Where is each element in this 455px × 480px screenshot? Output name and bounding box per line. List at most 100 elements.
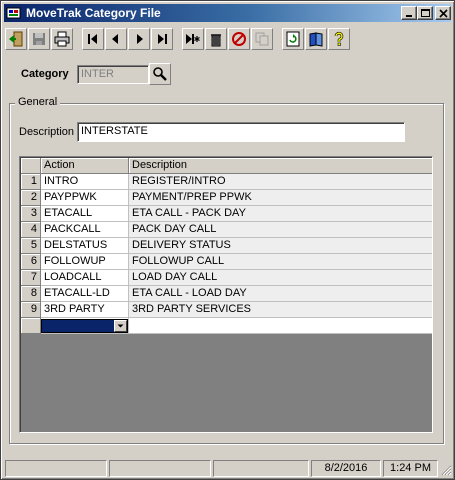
minimize-icon [406,15,412,17]
row-number: 7 [21,270,41,286]
description-cell[interactable]: REGISTER/INTRO [129,174,432,190]
table-row[interactable]: 3 ETACALL ETA CALL - PACK DAY [21,206,432,222]
window-title: MoveTrak Category File [26,6,161,20]
resize-grip-icon[interactable] [441,465,452,476]
description-cell[interactable]: DELIVERY STATUS [129,238,432,254]
table-row[interactable]: 2 PAYPPWK PAYMENT/PREP PPWK [21,190,432,206]
description-label: Description [19,126,75,138]
table-row[interactable]: 5 DELSTATUS DELIVERY STATUS [21,238,432,254]
printer-icon [54,31,70,47]
minimize-button[interactable] [401,6,417,20]
app-icon [6,7,21,19]
status-bar: 8/2/2016 1:24 PM [4,458,453,478]
status-panel-3 [213,460,309,477]
action-dropdown-editor[interactable] [41,319,128,333]
help-button[interactable] [328,28,350,50]
table-row[interactable]: 7 LOADCALL LOAD DAY CALL [21,270,432,286]
action-cell[interactable]: ETACALL-LD [41,286,129,302]
description-cell[interactable]: LOAD DAY CALL [129,270,432,286]
maximize-icon [421,9,430,17]
last-record-button[interactable] [151,28,173,50]
description-cell[interactable]: FOLLOWUP CALL [129,254,432,270]
general-group-label: General [15,96,61,108]
help-question-icon [334,31,344,46]
action-dropdown-button[interactable] [114,320,127,332]
actions-grid[interactable]: Action Description 1 INTRO REGISTER/INTRO 2… [19,156,433,433]
toolbar [4,26,453,52]
description-value: INTERSTATE [81,125,148,137]
table-row[interactable]: 9 3RD PARTY 3RD PARTY SERVICES [21,302,432,318]
category-search-button[interactable] [149,63,171,85]
action-cell[interactable]: PAYPPWK [41,190,129,206]
app-window: MoveTrak Category File Category INTER Ge… [0,0,455,480]
trash-can-icon [211,34,221,47]
cancel-icon [232,32,246,46]
category-value: INTER [81,68,114,80]
status-panel-1 [5,460,107,477]
save-button[interactable] [28,28,50,50]
table-row[interactable]: 6 FOLLOWUP FOLLOWUP CALL [21,254,432,270]
status-date: 8/2/2016 [311,460,381,477]
close-button[interactable] [435,6,451,20]
action-cell[interactable]: PACKCALL [41,222,129,238]
last-record-icon [158,34,167,44]
row-number: 1 [21,174,41,190]
close-icon [439,9,448,18]
print-button[interactable] [51,28,73,50]
new-record-button[interactable] [182,28,204,50]
row-number: 9 [21,302,41,318]
action-cell[interactable]: ETACALL [41,206,129,222]
refresh-button[interactable] [282,28,304,50]
action-cell[interactable]: DELSTATUS [41,238,129,254]
description-cell[interactable]: PACK DAY CALL [129,222,432,238]
next-record-button[interactable] [128,28,150,50]
action-cell[interactable]: FOLLOWUP [41,254,129,270]
floppy-disk-icon [33,33,45,45]
maximize-button[interactable] [417,6,433,20]
book-icon [309,32,323,47]
table-row[interactable]: 4 PACKCALL PACK DAY CALL [21,222,432,238]
grid-corner-header [21,158,41,174]
table-row[interactable]: 1 INTRO REGISTER/INTRO [21,174,432,190]
table-row[interactable]: 8 ETACALL-LD ETA CALL - LOAD DAY [21,286,432,302]
row-number: 4 [21,222,41,238]
previous-record-button[interactable] [105,28,127,50]
description-cell[interactable]: ETA CALL - PACK DAY [129,206,432,222]
row-number: 6 [21,254,41,270]
action-cell[interactable]: 3RD PARTY [41,302,129,318]
previous-record-icon [112,34,118,44]
grid-new-row[interactable] [21,318,432,334]
title-bar[interactable]: MoveTrak Category File [4,4,451,22]
row-number: 5 [21,238,41,254]
description-cell[interactable]: 3RD PARTY SERVICES [129,302,432,318]
exit-door-icon [9,31,23,47]
row-number: 8 [21,286,41,302]
category-label: Category [21,68,69,80]
column-header-action[interactable]: Action [41,158,129,174]
status-panel-2 [109,460,211,477]
status-time: 1:24 PM [383,460,438,477]
description-cell[interactable]: PAYMENT/PREP PPWK [129,190,432,206]
chevron-down-icon [117,324,124,328]
action-cell[interactable]: INTRO [41,174,129,190]
category-input[interactable]: INTER [77,65,149,84]
column-header-description[interactable]: Description [129,158,432,174]
new-description-cell[interactable] [129,318,432,334]
exit-button[interactable] [5,28,27,50]
row-number: 3 [21,206,41,222]
cancel-button[interactable] [228,28,250,50]
refresh-icon [286,31,300,47]
next-record-icon [137,34,143,44]
lookup-button[interactable] [305,28,327,50]
delete-button[interactable] [205,28,227,50]
new-record-icon [186,34,200,44]
row-number: 2 [21,190,41,206]
first-record-icon [88,34,97,44]
action-cell[interactable]: LOADCALL [41,270,129,286]
magnifier-icon [153,67,167,81]
description-input[interactable]: INTERSTATE [77,122,405,142]
copy-button[interactable] [251,28,273,50]
copy-icon [255,32,269,46]
description-cell[interactable]: ETA CALL - LOAD DAY [129,286,432,302]
first-record-button[interactable] [82,28,104,50]
